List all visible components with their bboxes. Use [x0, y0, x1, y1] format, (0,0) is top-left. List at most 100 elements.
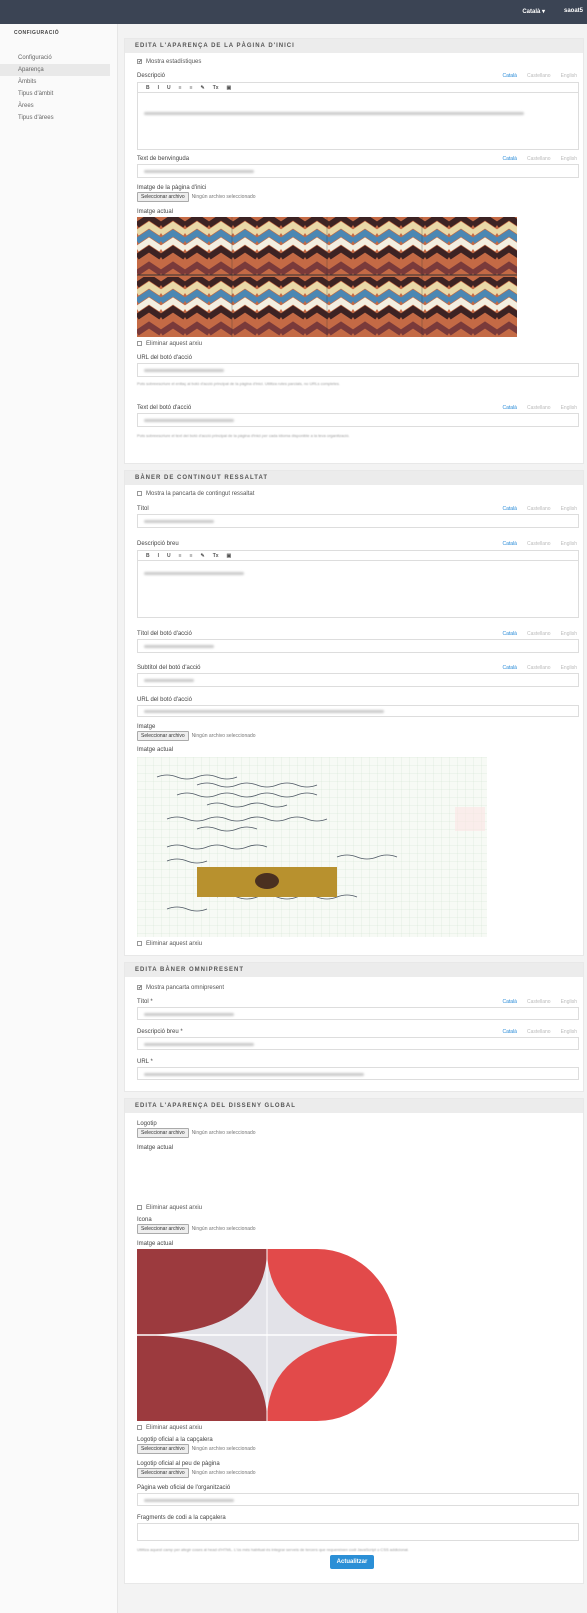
bold-icon[interactable]: B: [146, 553, 150, 559]
footer-logo-label: Logotip oficial al peu de pàgina: [137, 1461, 220, 1467]
cta-subtitle-input[interactable]: [137, 673, 579, 687]
tab-en[interactable]: English: [561, 665, 577, 671]
remove-highlight-image-checkbox[interactable]: Eliminar aquest arxiu: [137, 941, 202, 947]
tab-ca[interactable]: Català: [503, 405, 517, 411]
checkbox-empty-icon: [137, 1425, 142, 1430]
show-highlight-checkbox[interactable]: Mostra la pancarta de contingut ressalta…: [137, 491, 254, 497]
sidebar-item-scopes[interactable]: Àmbits: [0, 76, 110, 88]
language-tabs: Català Castellano English: [493, 631, 578, 637]
tab-en[interactable]: English: [561, 506, 577, 512]
tab-ca[interactable]: Català: [503, 1029, 517, 1035]
language-tabs: Català Castellano English: [493, 73, 578, 79]
tab-en[interactable]: English: [561, 73, 577, 79]
user-menu[interactable]: saoat5: [564, 8, 583, 14]
highlight-url-input[interactable]: [137, 705, 579, 717]
tab-ca[interactable]: Català: [503, 73, 517, 79]
sidebar-title: CONFIGURACIÓ: [14, 30, 60, 36]
choose-file-button[interactable]: Seleccionar archivo: [137, 1128, 189, 1138]
bullet-list-icon[interactable]: ≡: [190, 85, 193, 91]
header-snippet-textarea[interactable]: [137, 1523, 579, 1541]
highlight-url-label: URL del botó d'acció: [137, 697, 192, 703]
cta-text-input[interactable]: [137, 413, 579, 427]
omni-title-label: Títol *: [137, 999, 153, 1005]
tab-en[interactable]: English: [561, 541, 577, 547]
show-statistics-checkbox[interactable]: ✔ Mostra estadístiques: [137, 59, 201, 65]
tab-es[interactable]: Castellano: [527, 541, 551, 547]
tab-ca[interactable]: Català: [503, 631, 517, 637]
language-selector[interactable]: Català ▾: [522, 8, 545, 15]
link-icon[interactable]: ✎: [200, 553, 204, 559]
sidebar-item-configuration[interactable]: Configuració: [0, 52, 110, 64]
highlight-title-input[interactable]: [137, 514, 579, 528]
image-icon[interactable]: ▣: [227, 553, 232, 559]
omni-short-desc-label: Descripció breu *: [137, 1029, 183, 1035]
tab-es[interactable]: Castellano: [527, 1029, 551, 1035]
top-navigation-bar: Català ▾ saoat5: [0, 0, 587, 24]
italic-icon[interactable]: I: [158, 553, 159, 559]
tab-ca[interactable]: Català: [503, 156, 517, 162]
current-image-label: Imatge actual: [137, 747, 174, 753]
bullet-list-icon[interactable]: ≡: [190, 553, 193, 559]
omni-title-input[interactable]: [137, 1007, 579, 1020]
tab-es[interactable]: Castellano: [527, 156, 551, 162]
remove-logo-checkbox[interactable]: Eliminar aquest arxiu: [137, 1205, 202, 1211]
official-site-input[interactable]: [137, 1493, 579, 1506]
home-image-file-input[interactable]: Seleccionar archivo Ningún archivo selecc…: [137, 192, 256, 202]
choose-file-button[interactable]: Seleccionar archivo: [137, 1444, 189, 1454]
sidebar-item-area-types[interactable]: Tipus d'àrees: [0, 112, 110, 124]
welcome-text-input[interactable]: [137, 164, 579, 178]
cta-title-input[interactable]: [137, 639, 579, 653]
highlight-image-file-input[interactable]: Seleccionar archivo Ningún archivo selecc…: [137, 731, 256, 741]
show-omnipresent-checkbox[interactable]: ✔ Mostra pancarta omnipresent: [137, 985, 224, 991]
zigzag-pattern-image: [137, 217, 517, 337]
tab-ca[interactable]: Català: [503, 541, 517, 547]
sidebar-item-scope-types[interactable]: Tipus d'àmbit: [0, 88, 110, 100]
choose-file-button[interactable]: Seleccionar archivo: [137, 731, 189, 741]
tab-es[interactable]: Castellano: [527, 665, 551, 671]
image-icon[interactable]: ▣: [227, 85, 232, 91]
update-button[interactable]: Actualitzar: [330, 1555, 374, 1569]
choose-file-button[interactable]: Seleccionar archivo: [137, 192, 189, 202]
description-editor[interactable]: [137, 92, 579, 150]
tab-es[interactable]: Castellano: [527, 506, 551, 512]
ordered-list-icon[interactable]: ≡: [179, 85, 182, 91]
tab-ca[interactable]: Català: [503, 999, 517, 1005]
choose-file-button[interactable]: Seleccionar archivo: [137, 1468, 189, 1478]
remove-icon-checkbox[interactable]: Eliminar aquest arxiu: [137, 1425, 202, 1431]
icon-file-input[interactable]: Seleccionar archivo Ningún archivo selecc…: [137, 1224, 256, 1234]
ordered-list-icon[interactable]: ≡: [179, 553, 182, 559]
sidebar-item-areas[interactable]: Àrees: [0, 100, 110, 112]
underline-icon[interactable]: U: [167, 85, 171, 91]
tab-ca[interactable]: Català: [503, 506, 517, 512]
header-logo-file-input[interactable]: Seleccionar archivo Ningún archivo selecc…: [137, 1444, 256, 1454]
link-icon[interactable]: ✎: [200, 85, 204, 91]
italic-icon[interactable]: I: [158, 85, 159, 91]
remove-home-image-checkbox[interactable]: Eliminar aquest arxiu: [137, 341, 202, 347]
underline-icon[interactable]: U: [167, 553, 171, 559]
logo-file-input[interactable]: Seleccionar archivo Ningún archivo selecc…: [137, 1128, 256, 1138]
tab-en[interactable]: English: [561, 1029, 577, 1035]
tab-es[interactable]: Castellano: [527, 405, 551, 411]
omni-short-desc-input[interactable]: [137, 1037, 579, 1050]
current-image-label: Imatge actual: [137, 209, 174, 215]
tab-ca[interactable]: Català: [503, 665, 517, 671]
language-tabs: Català Castellano English: [493, 506, 578, 512]
short-description-label: Descripció breu: [137, 541, 179, 547]
clear-format-icon[interactable]: Tx: [213, 85, 219, 91]
tab-es[interactable]: Castellano: [527, 631, 551, 637]
tab-en[interactable]: English: [561, 156, 577, 162]
short-description-editor[interactable]: [137, 560, 579, 618]
omni-url-input[interactable]: [137, 1067, 579, 1080]
bold-icon[interactable]: B: [146, 85, 150, 91]
cta-url-input[interactable]: [137, 363, 579, 377]
icon-label: Icona: [137, 1217, 152, 1223]
clear-format-icon[interactable]: Tx: [213, 553, 219, 559]
tab-en[interactable]: English: [561, 405, 577, 411]
tab-es[interactable]: Castellano: [527, 73, 551, 79]
tab-es[interactable]: Castellano: [527, 999, 551, 1005]
footer-logo-file-input[interactable]: Seleccionar archivo Ningún archivo selecc…: [137, 1468, 256, 1478]
choose-file-button[interactable]: Seleccionar archivo: [137, 1224, 189, 1234]
tab-en[interactable]: English: [561, 999, 577, 1005]
sidebar-item-appearance[interactable]: Aparença: [0, 64, 110, 76]
tab-en[interactable]: English: [561, 631, 577, 637]
